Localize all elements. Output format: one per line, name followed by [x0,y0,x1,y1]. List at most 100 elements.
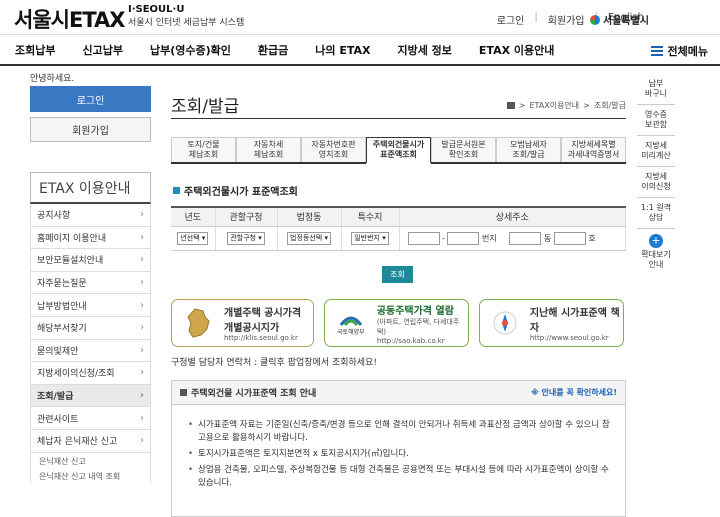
all-menu-button[interactable]: 전체메뉴 [650,43,708,59]
banner-standard-value-book[interactable]: 지난해 시가표준액 책자 http://www.seoul.go.kr [479,299,624,347]
sidebar-subitem-report-history[interactable]: 은닉재산 신고 내역 조회 [30,467,151,483]
tab-plate-seizure[interactable]: 자동차번호판 영치조회 [301,137,366,162]
chevron-right-icon: › [140,344,144,356]
banner-klis-title: 개별주택 공시가격 [224,308,302,319]
sidebar-item-security-module[interactable]: 보안모듈설치안내 › [30,249,151,272]
tab-land-building-arrears[interactable]: 토지/건물 체납조회 [171,137,236,162]
district-contact-link[interactable]: 구청별 담당자 연락처 : 클릭후 팝업창에서 조회하세요! [171,355,377,368]
chevron-right-icon: › [140,435,144,447]
tab-car-tax-arrears[interactable]: 자동차세 체납조회 [236,137,301,162]
sidebar-title: ETAX 이용안내 [30,172,151,204]
tab-document-verify[interactable]: 발급문서원본 확인조회 [431,137,496,162]
sidebar-item-label: 조회/발급 [37,392,74,403]
breadcrumb: > ETAX이용안내 > 조회/발급 [506,100,626,111]
banner-klis-subtitle: 개별공시지가 [224,323,280,334]
sidebar-item-related-sites[interactable]: 관련사이트 › [30,407,151,430]
brand-line: I·SEOUL·U [128,4,185,15]
district-select-value: 관할구청 [230,233,256,242]
gnb-item-my-etax[interactable]: 나의 ETAX [300,42,382,58]
ministry-logo-text: 국토해양부 [337,328,365,336]
gnb-item-refund[interactable]: 환급금 [243,42,300,58]
gnb-item-receipt[interactable]: 납부(영수증)확인 [135,42,243,58]
col-header-address: 상세주소 [399,207,626,227]
all-menu-label: 전체메뉴 [667,45,708,58]
sidebar-item-inquiry-issue[interactable]: 조회/발급 › [30,384,151,408]
tab-tax-certificate[interactable]: 지방세세목별 과세내역증명서 [561,137,626,162]
util-login-link[interactable]: 로그인 [497,12,525,27]
address-cell: - 번지 동 호 [399,226,626,251]
login-button[interactable]: 로그인 [30,86,151,112]
sidebar-menu: 공지사항 › 홈페이지 이용안내 › 보안모듈설치안내 › 자주묻는질문 › 납부방법안… [30,204,151,483]
query-button[interactable]: 조회 [382,266,413,283]
title-divider [171,118,626,119]
chevron-right-icon: › [140,412,144,424]
home-icon[interactable] [506,102,515,109]
bunji-label: 번지 [482,233,497,243]
sidebar-item-label: 자주묻는질문 [37,279,87,290]
sidebar-item-homepage-guide[interactable]: 홈페이지 이용안내 › [30,226,151,250]
quick-item-remote-support[interactable]: 1:1 원격 상담 [637,198,675,229]
gnb-item-inquiry-pay[interactable]: 조회납부 [0,42,67,58]
sidebar-item-payment-methods[interactable]: 납부방법안내 › [30,294,151,317]
special-select[interactable]: 일반번지 ▾ [351,231,389,245]
tab-building-standard-value[interactable]: 주택외건물시가 표준액조회 [366,137,431,164]
sidebar-item-faq[interactable]: 자주묻는질문 › [30,271,151,295]
tab-label: 체납조회 [253,150,284,159]
district-cell: 관할구청 ▾ [215,226,278,251]
quick-item-receipts[interactable]: 영수증 보관함 [637,105,675,136]
join-button[interactable]: 회원가입 [30,117,151,142]
tab-label: 주택외건물시가 [372,140,425,149]
quick-item-zoom-guide[interactable]: + 확대보기 안내 [637,229,675,275]
logo-seoul: 서울시 [14,8,70,32]
quick-item-objection[interactable]: 지방세 이의신청 [637,167,675,198]
quick-item-tax-calc[interactable]: 지방세 미리계산 [637,136,675,167]
tab-label: 조회/발급 [512,150,545,159]
section-title: 주택외건물시가 표준액조회 [173,183,298,198]
etax-logo[interactable]: 서울시ETAX [14,4,125,34]
gnb-item-report-pay[interactable]: 신고납부 [67,42,134,58]
info-body: 시가표준액 자료는 기준일(신축/증축/변경 등으로 인해 결석이 안되거나 취… [172,405,625,490]
seoul-city-logo[interactable]: 서울특별시 [590,12,649,27]
district-select[interactable]: 관할구청 ▾ [227,231,265,245]
chevron-right-icon: › [140,209,144,221]
banner-apartment-price[interactable]: 국토해양부 공동주택가격 열람 (아파트, 연립주택, 다세대주택) http:… [324,299,469,347]
tab-label: 발급문서원본 [441,140,486,149]
info-line: 시가표준액 자료는 기준일(신축/증축/변경 등으로 인해 결석이 안되거나 취… [186,419,613,445]
chevron-right-icon: › [140,367,144,379]
search-form-table: 년도 관할구청 법정동 특수지 상세주소 년선택 ▾ 관할구청 ▾ 법정동선택 … [171,206,626,251]
breadcrumb-separator: > [518,101,526,110]
dong-input[interactable] [509,231,542,245]
chevron-right-icon: › [139,390,144,402]
banner-klis-url: http://klis.seoul.go.kr [224,334,298,342]
tab-model-taxpayer[interactable]: 모범납세자 조회/발급 [496,137,561,162]
sidebar-item-label: 관련사이트 [37,414,79,425]
util-join-link[interactable]: 회원가입 [548,12,585,27]
gnb-item-local-tax-info[interactable]: 지방세 정보 [382,42,463,58]
seoul-logo-text: 서울특별시 [603,16,649,27]
quick-item-basket[interactable]: 납부 바구니 [637,74,675,105]
breadcrumb-item[interactable]: ETAX이용안내 [529,100,579,111]
sidebar-item-inquiry-suggest[interactable]: 묻의및제안 › [30,339,151,363]
sidebar-item-notice[interactable]: 공지사항 › [30,204,151,227]
tab-label: 자동차세 [253,140,284,149]
sidebar-subitem-report[interactable]: 은닉재산 신고 [30,452,151,468]
bunji-main-input[interactable] [407,231,440,245]
tab-label: 영치조회 [318,150,349,159]
sidebar-item-hidden-assets[interactable]: 체납자 은닉재산 신고 › [30,429,151,453]
banner-klis[interactable]: 개별주택 공시가격 개별공시지가 http://klis.seoul.go.kr [171,299,314,347]
gnb-item-etax-guide[interactable]: ETAX 이용안내 [464,42,566,58]
bullet-icon [180,389,187,396]
sidebar-item-find-department[interactable]: 해당부서찾기 › [30,316,151,340]
sidebar-item-label: 납부방법안내 [37,301,87,312]
bullet-icon [173,187,180,194]
ho-label: 호 [588,233,596,243]
ho-input[interactable] [553,231,586,245]
year-select[interactable]: 년선택 ▾ [177,231,209,245]
sidebar-item-objection[interactable]: 지방세이의신청/조회 › [30,362,151,385]
quick-menu: 납부 바구니 영수증 보관함 지방세 미리계산 지방세 이의신청 1:1 원격 … [637,74,675,275]
dong-select[interactable]: 법정동선택 ▾ [287,231,331,245]
plus-icon: + [649,234,663,248]
util-separator: | [534,12,538,23]
bunji-sub-input[interactable] [447,231,480,245]
breadcrumb-item: 조회/발급 [593,101,626,110]
